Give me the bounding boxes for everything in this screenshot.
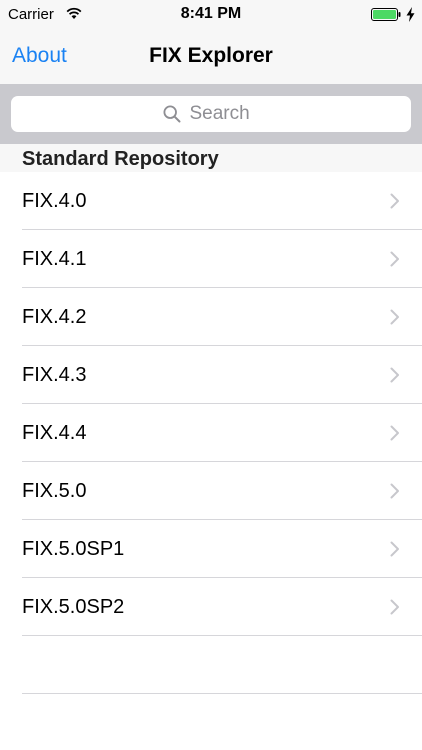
search-input[interactable] <box>189 103 260 125</box>
search-icon <box>162 105 180 123</box>
list-item-label: FIX.4.2 <box>22 306 87 328</box>
chevron-right-icon <box>390 599 399 615</box>
list-item-label: FIX.4.1 <box>22 248 87 270</box>
charging-bolt-icon <box>406 7 415 22</box>
navigation-bar: About FIX Explorer <box>0 30 422 84</box>
list-item-fix-5-0[interactable]: FIX.5.0 <box>22 462 422 520</box>
list-item-label: FIX.5.0SP1 <box>22 538 125 560</box>
section-title: Standard Repository <box>22 148 219 170</box>
section-header: Standard Repository <box>0 144 422 172</box>
list-item-label: FIX.4.4 <box>22 422 87 444</box>
search-field[interactable] <box>11 96 411 132</box>
chevron-right-icon <box>390 309 399 325</box>
clock-time: 8:41 PM <box>180 5 242 22</box>
page-title: FIX Explorer <box>149 44 273 67</box>
list-item-fix-4-1[interactable]: FIX.4.1 <box>22 230 422 288</box>
list-item-fix-5-0sp2[interactable]: FIX.5.0SP2 <box>22 578 422 636</box>
chevron-right-icon <box>390 483 399 499</box>
list-item-fix-4-0[interactable]: FIX.4.0 <box>22 172 422 230</box>
list-item-label: FIX.4.3 <box>22 364 87 386</box>
list-item-fix-4-4[interactable]: FIX.4.4 <box>22 404 422 462</box>
list-item-fix-4-2[interactable]: FIX.4.2 <box>22 288 422 346</box>
search-bar <box>0 84 422 144</box>
chevron-right-icon <box>390 425 399 441</box>
list-item-label: FIX.4.0 <box>22 190 87 212</box>
list-item-fix-5-0sp1[interactable]: FIX.5.0SP1 <box>22 520 422 578</box>
chevron-right-icon <box>390 541 399 557</box>
chevron-right-icon <box>390 367 399 383</box>
empty-row <box>22 636 422 694</box>
chevron-right-icon <box>390 251 399 267</box>
battery-icon <box>371 8 401 21</box>
status-bar: Carrier 8:41 PM <box>0 0 422 30</box>
list-item-label: FIX.5.0SP2 <box>22 596 125 618</box>
list-item-fix-4-3[interactable]: FIX.4.3 <box>22 346 422 404</box>
chevron-right-icon <box>390 193 399 209</box>
repository-list: FIX.4.0 FIX.4.1 FIX.4.2 FIX.4.3 FIX.4.4 … <box>0 172 422 694</box>
list-item-label: FIX.5.0 <box>22 480 87 502</box>
